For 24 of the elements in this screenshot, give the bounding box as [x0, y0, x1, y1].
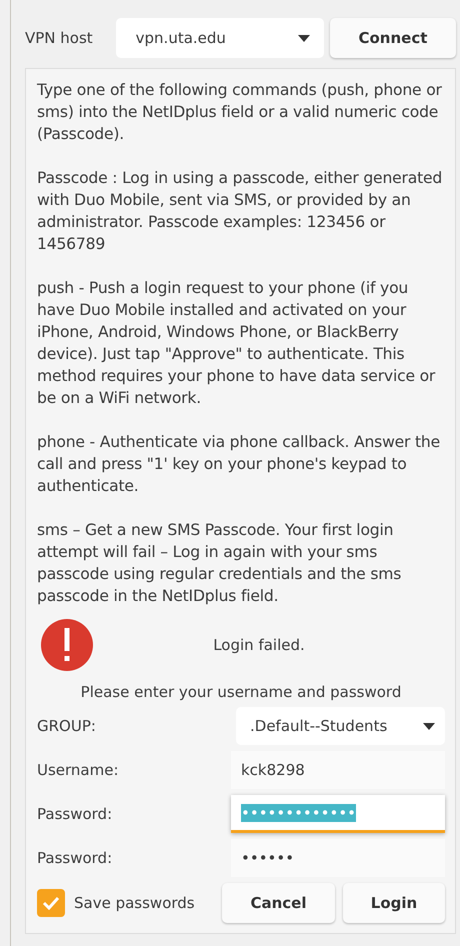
instruction-paragraph: push - Push a login request to your phone (if you have Duo Mobile installed and activated on your iPhone, Android, Windows Phone, or BlackBerry device). Just tap "Approve" to authenticate. This method requires your phone to have data service or be on a WiFi network.: [37, 278, 436, 409]
error-icon: [41, 619, 93, 671]
connect-button[interactable]: Connect: [330, 18, 456, 58]
field-label: GROUP:: [37, 717, 97, 735]
error-message: Login failed.: [212, 636, 306, 654]
vpn-host-dropdown[interactable]: vpn.uta.edu: [116, 18, 324, 58]
instruction-paragraph: phone - Authenticate via phone callback. Answer the call and press "1' key on your phone's keypad to authenticate.: [37, 432, 441, 497]
cancel-button[interactable]: Cancel: [222, 883, 335, 923]
field-label: Password:: [37, 805, 114, 823]
instruction-paragraph: Type one of the following commands (push, phone or sms) into the NetIDplus field or a valid numeric code (Passcode).: [37, 80, 443, 145]
check-icon: [42, 896, 60, 910]
instruction-paragraph: Passcode : Log in using a passcode, either generated with Duo Mobile, sent via SMS, or provided by an administrator. Passcode examples: 123456 or 1456789: [37, 168, 444, 255]
vpn-host-label: VPN host: [25, 29, 94, 47]
field-label: Username:: [37, 761, 120, 779]
input-field[interactable]: kck8298: [231, 751, 445, 789]
login-button[interactable]: Login: [343, 883, 445, 923]
instruction-paragraph: sms – Get a new SMS Passcode. Your first login attempt will fail – Log in again with your sms passcode using regular credentials and the sms passcode in the NetIDplus field.: [37, 520, 402, 607]
caret-icon: [298, 34, 310, 42]
group-dropdown[interactable]: .Default--Students: [236, 707, 445, 745]
save-passwords-checkbox[interactable]: Save passwords: [37, 889, 222, 917]
field-label: Password:: [37, 849, 114, 867]
input-field[interactable]: ••••••: [231, 839, 445, 877]
prompt-text: Please enter your username and password: [80, 683, 402, 701]
caret-icon: [423, 722, 435, 730]
